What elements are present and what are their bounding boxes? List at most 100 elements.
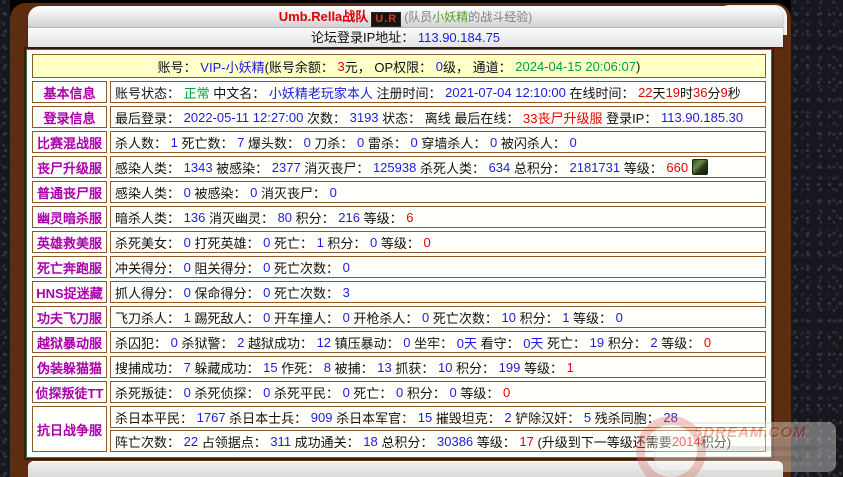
team-badge-icon: U.R xyxy=(371,12,401,27)
text-segment: 感染人类： xyxy=(115,158,184,177)
text-segment: 元， OP权限： xyxy=(345,57,436,76)
account-summary-row: 账号： VIP-小妖精(账号余额： 3元， OP权限： 0级， 通道： 2024… xyxy=(32,54,766,78)
text-segment: 0 xyxy=(171,335,178,350)
row-label: 伪装躲猫猫 xyxy=(32,356,107,378)
text-segment: 33丧尸升级服 xyxy=(523,108,602,127)
text-segment: 909 xyxy=(311,410,333,425)
text-segment: 时 xyxy=(680,83,693,102)
text-segment: 0 xyxy=(263,285,270,300)
text-segment: 0 xyxy=(263,260,270,275)
text-segment: 216 xyxy=(338,210,360,225)
forum-ip-label: 论坛登录IP地址： xyxy=(311,30,418,45)
row-content: 搜捕成功： 7 躲藏成功： 15 作死： 8 被捕： 13 抓获： 10 积分：… xyxy=(110,356,766,378)
row-label: 死亡奔跑服 xyxy=(32,256,107,278)
text-segment: (账号余额： xyxy=(265,57,338,76)
text-segment: 秒 xyxy=(728,83,741,102)
table-row: 死亡奔跑服 冲关得分： 0 阻关得分： 0 死亡次数： 0 xyxy=(32,256,766,278)
text-segment: 113.90.185.30 xyxy=(661,110,743,125)
text-segment: 躲藏成功： xyxy=(191,358,263,377)
text-segment: 19 xyxy=(666,85,680,100)
text-segment: 等级： xyxy=(520,358,566,377)
row-label: 比赛混战服 xyxy=(32,131,107,153)
text-segment: 冲关得分： xyxy=(115,258,184,277)
text-segment: 刀杀： xyxy=(311,133,357,152)
text-segment: 3193 xyxy=(350,110,379,125)
table-row: 登录信息 最后登录： 2022-05-11 12:27:00 次数： 3193 … xyxy=(32,106,766,128)
row-label: 侦探叛徒TT xyxy=(32,381,107,403)
text-segment: 作死： xyxy=(278,358,324,377)
row-content: 杀死美女： 0 打死英雄： 0 死亡： 1 积分： 0 等级： 0 xyxy=(110,231,766,253)
text-segment: 小妖精老玩家本人 xyxy=(269,83,373,102)
text-segment: 等级： xyxy=(377,233,423,252)
text-segment: 2181731 xyxy=(570,160,621,175)
text-segment: 打死英雄： xyxy=(191,233,263,252)
text-segment: 登录IP： xyxy=(602,108,661,127)
row-label: 基本信息 xyxy=(32,81,107,103)
text-segment: 0 xyxy=(396,385,403,400)
text-segment: 飞刀杀人： xyxy=(115,308,184,327)
text-segment: 总积分： xyxy=(378,432,437,451)
text-segment: 199 xyxy=(499,360,521,375)
table-row: 英雄救美服 杀死美女： 0 打死英雄： 0 死亡： 1 积分： 0 等级： 0 xyxy=(32,231,766,253)
table-row: 普通丧尸服 感染人类： 0 被感染： 0 消灭丧尸： 0 xyxy=(32,181,766,203)
stats-content-line: 冲关得分： 0 阻关得分： 0 死亡次数： 0 xyxy=(110,256,766,278)
text-segment: 等级： xyxy=(620,158,666,177)
text-segment: 17 xyxy=(519,434,533,449)
text-segment: 0 xyxy=(184,260,191,275)
text-segment: 9 xyxy=(721,85,728,100)
subtitle: (队员小妖精的战斗经验) xyxy=(404,10,532,24)
text-segment: 账号： xyxy=(158,57,201,76)
text-segment: 634 xyxy=(489,160,511,175)
text-segment: 3 xyxy=(338,59,345,74)
text-segment: 开枪杀人： xyxy=(350,308,422,327)
title-bar: Umb.Rella战队U.R(队员小妖精的战斗经验) xyxy=(28,6,783,27)
text-segment: 2021-07-04 12:10:00 xyxy=(445,85,566,100)
stats-rows: 基本信息 账号状态： 正常 中文名： 小妖精老玩家本人 注册时间： 2021-0… xyxy=(32,81,766,453)
text-segment: 1 xyxy=(184,310,191,325)
stats-content-line: 感染人类： 1343 被感染： 2377 消灭丧尸： 125938 杀死人类： … xyxy=(110,156,766,178)
text-segment: 镇压暴动： xyxy=(331,333,403,352)
stats-table: 账号： VIP-小妖精(账号余额： 3元， OP权限： 0级， 通道： 2024… xyxy=(24,47,774,460)
row-label: HNS捉迷藏 xyxy=(32,281,107,303)
text-segment: 占领据点： xyxy=(198,432,270,451)
text-segment: 0 xyxy=(370,235,377,250)
row-label: 丧尸升级服 xyxy=(32,156,107,178)
row-content: 杀囚犯： 0 杀狱警： 2 越狱成功： 12 镇压暴动： 0 坐牢： 0天 看守… xyxy=(110,331,766,353)
text-segment: 15 xyxy=(418,410,432,425)
text-segment: 0 xyxy=(184,185,191,200)
text-segment: 天 xyxy=(653,83,666,102)
text-segment: 13 xyxy=(377,360,391,375)
window-footer xyxy=(28,461,783,477)
text-segment: 等级： xyxy=(457,383,503,402)
text-segment: 死亡数： xyxy=(178,133,237,152)
text-segment: 被感染： xyxy=(213,158,272,177)
text-segment: 0 xyxy=(184,235,191,250)
text-segment: 感染人类： xyxy=(115,183,184,202)
subtitle-prefix: (队员 xyxy=(404,10,432,24)
row-label: 功夫飞刀服 xyxy=(32,306,107,328)
text-segment: 7 xyxy=(237,135,244,150)
text-segment: 0 xyxy=(503,385,510,400)
text-segment: 死亡次数： xyxy=(270,258,342,277)
text-segment: 搜捕成功： xyxy=(115,358,184,377)
text-segment: 被闪杀人： xyxy=(497,133,569,152)
text-segment: 积分) xyxy=(701,432,731,451)
text-segment: 125938 xyxy=(373,160,416,175)
text-segment: 2 xyxy=(504,410,511,425)
text-segment: 28 xyxy=(663,410,677,425)
text-segment: 36 xyxy=(693,85,707,100)
text-segment: 暗杀人类： xyxy=(115,208,184,227)
table-row: 侦探叛徒TT 杀死叛徒： 0 杀死侦探： 0 杀死平民： 0 死亡： 0 积分：… xyxy=(32,381,766,403)
text-segment: 中文名： xyxy=(210,83,269,102)
row-content: 飞刀杀人： 1 踢死敌人： 0 开车撞人： 0 开枪杀人： 0 死亡次数： 10… xyxy=(110,306,766,328)
account-summary-text: 账号： VIP-小妖精(账号余额： 3元， OP权限： 0级， 通道： 2024… xyxy=(158,57,641,76)
row-content: 冲关得分： 0 阻关得分： 0 死亡次数： 0 xyxy=(110,256,766,278)
text-segment: 坐牢： xyxy=(411,333,457,352)
text-segment: 3 xyxy=(343,285,350,300)
row-label: 英雄救美服 xyxy=(32,231,107,253)
text-segment: 被捕： xyxy=(331,358,377,377)
row-content: 账号状态： 正常 中文名： 小妖精老玩家本人 注册时间： 2021-07-04 … xyxy=(110,81,766,103)
stats-content-line: 抓人得分： 0 保命得分： 0 死亡次数： 3 xyxy=(110,281,766,303)
text-segment: 保命得分： xyxy=(191,283,263,302)
stats-content-line: 杀人数： 1 死亡数： 7 爆头数： 0 刀杀： 0 雷杀： 0 穿墙杀人： 0… xyxy=(110,131,766,153)
